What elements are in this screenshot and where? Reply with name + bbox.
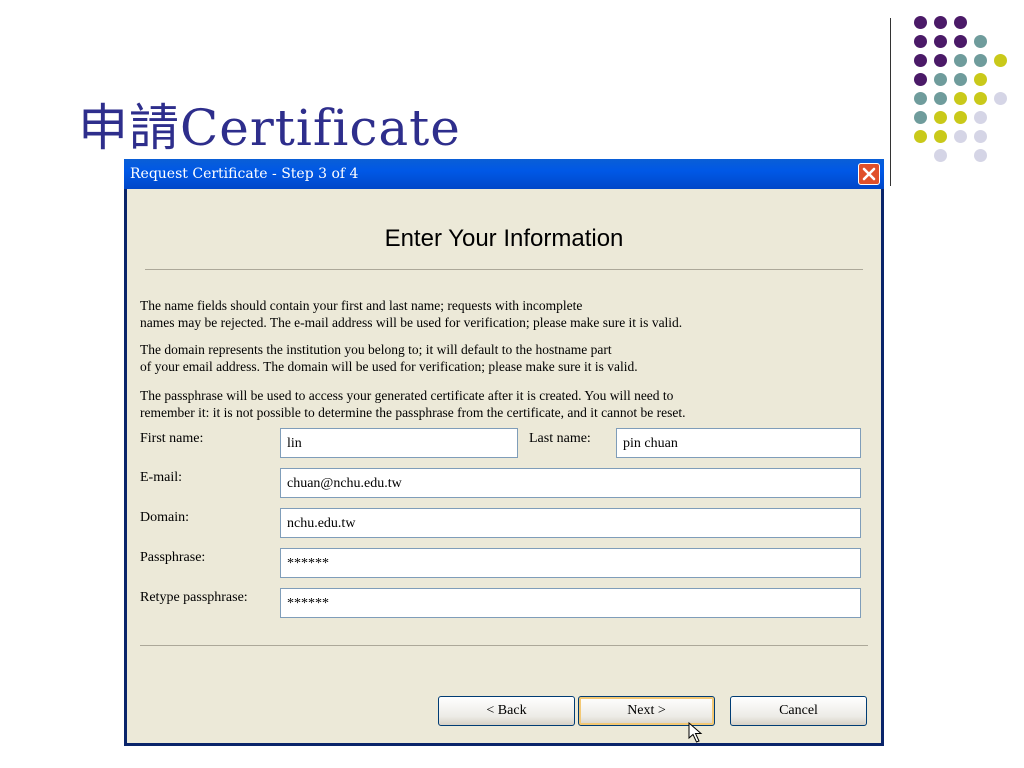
- dot: [934, 54, 947, 67]
- paragraph-line: The name fields should contain your firs…: [140, 298, 583, 313]
- slide-title: 申請Certificate: [78, 99, 461, 157]
- mouse-pointer-icon: [688, 722, 703, 743]
- dot: [934, 92, 947, 105]
- dot: [914, 35, 927, 48]
- dot: [954, 73, 967, 86]
- dot: [914, 16, 927, 29]
- dot: [934, 111, 947, 124]
- email-label: E-mail:: [140, 470, 182, 485]
- paragraph-line: names may be rejected. The e-mail addres…: [140, 315, 683, 330]
- dot: [974, 92, 987, 105]
- dot: [914, 130, 927, 143]
- dot: [974, 111, 987, 124]
- passphrase-info-paragraph: The passphrase will be used to access yo…: [140, 387, 875, 421]
- close-icon: [862, 167, 876, 181]
- cancel-button[interactable]: Cancel: [730, 696, 867, 726]
- dot: [934, 130, 947, 143]
- dot: [954, 54, 967, 67]
- domain-info-paragraph: The domain represents the institution yo…: [140, 341, 875, 375]
- top-separator: [145, 269, 863, 270]
- dot: [914, 92, 927, 105]
- dot: [914, 73, 927, 86]
- dot: [954, 111, 967, 124]
- close-button[interactable]: [858, 163, 880, 185]
- last-name-label: Last name:: [529, 431, 591, 446]
- dot: [974, 149, 987, 162]
- back-button[interactable]: < Back: [438, 696, 575, 726]
- first-name-label: First name:: [140, 431, 204, 446]
- dot: [974, 35, 987, 48]
- dot: [954, 92, 967, 105]
- paragraph-line: The domain represents the institution yo…: [140, 342, 612, 357]
- request-certificate-dialog: Request Certificate - Step 3 of 4 Enter …: [124, 159, 884, 746]
- paragraph-line: The passphrase will be used to access yo…: [140, 388, 674, 403]
- retype-passphrase-field[interactable]: ******: [280, 588, 861, 618]
- dialog-heading: Enter Your Information: [384, 225, 624, 252]
- dialog-body: Enter Your Information The name fields s…: [127, 189, 881, 743]
- passphrase-label: Passphrase:: [140, 550, 206, 565]
- dot: [934, 35, 947, 48]
- dot: [914, 54, 927, 67]
- last-name-field[interactable]: pin chuan: [616, 428, 861, 458]
- dot: [994, 92, 1007, 105]
- dot: [954, 130, 967, 143]
- dot: [914, 111, 927, 124]
- domain-label: Domain:: [140, 510, 189, 525]
- dot: [954, 35, 967, 48]
- dot: [934, 73, 947, 86]
- dot: [934, 149, 947, 162]
- paragraph-line: remember it: it is not possible to deter…: [140, 405, 686, 420]
- first-name-field[interactable]: lin: [280, 428, 518, 458]
- paragraph-line: of your email address. The domain will b…: [140, 359, 638, 374]
- dot: [934, 16, 947, 29]
- dot: [954, 16, 967, 29]
- decorative-dots: [910, 16, 1020, 166]
- email-field[interactable]: chuan@nchu.edu.tw: [280, 468, 861, 498]
- bottom-separator: [140, 645, 868, 646]
- dot: [974, 54, 987, 67]
- window-title: Request Certificate - Step 3 of 4: [130, 166, 359, 182]
- window-titlebar[interactable]: Request Certificate - Step 3 of 4: [124, 159, 884, 189]
- name-info-paragraph: The name fields should contain your firs…: [140, 297, 875, 331]
- dot: [974, 130, 987, 143]
- retype-passphrase-label: Retype passphrase:: [140, 590, 248, 605]
- dot: [994, 54, 1007, 67]
- divider-line: [890, 18, 891, 186]
- dot: [974, 73, 987, 86]
- passphrase-field[interactable]: ******: [280, 548, 861, 578]
- domain-field[interactable]: nchu.edu.tw: [280, 508, 861, 538]
